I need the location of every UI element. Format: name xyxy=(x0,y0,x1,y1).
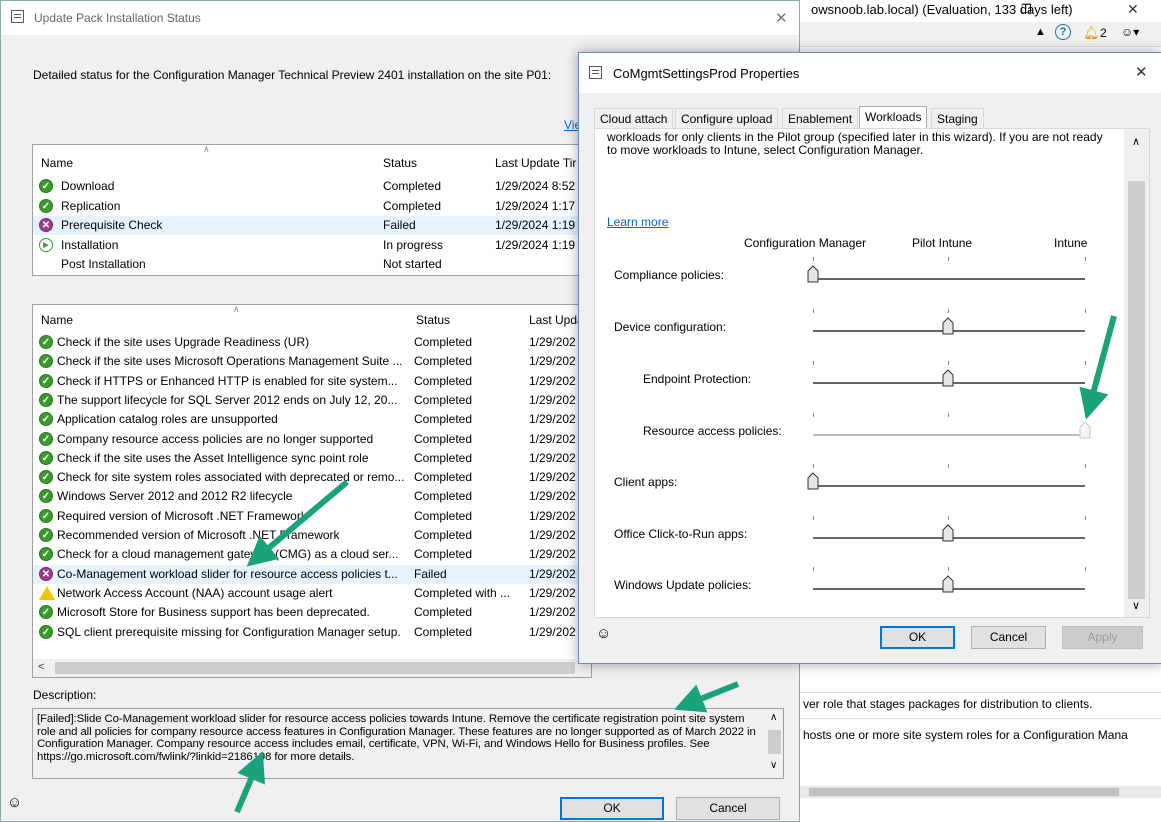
annotation-arrow xyxy=(674,681,740,713)
annotation-arrow xyxy=(1079,315,1117,420)
annotation-arrows xyxy=(234,315,1117,814)
annotation-arrow xyxy=(246,479,349,567)
annotation-arrow xyxy=(234,751,265,814)
